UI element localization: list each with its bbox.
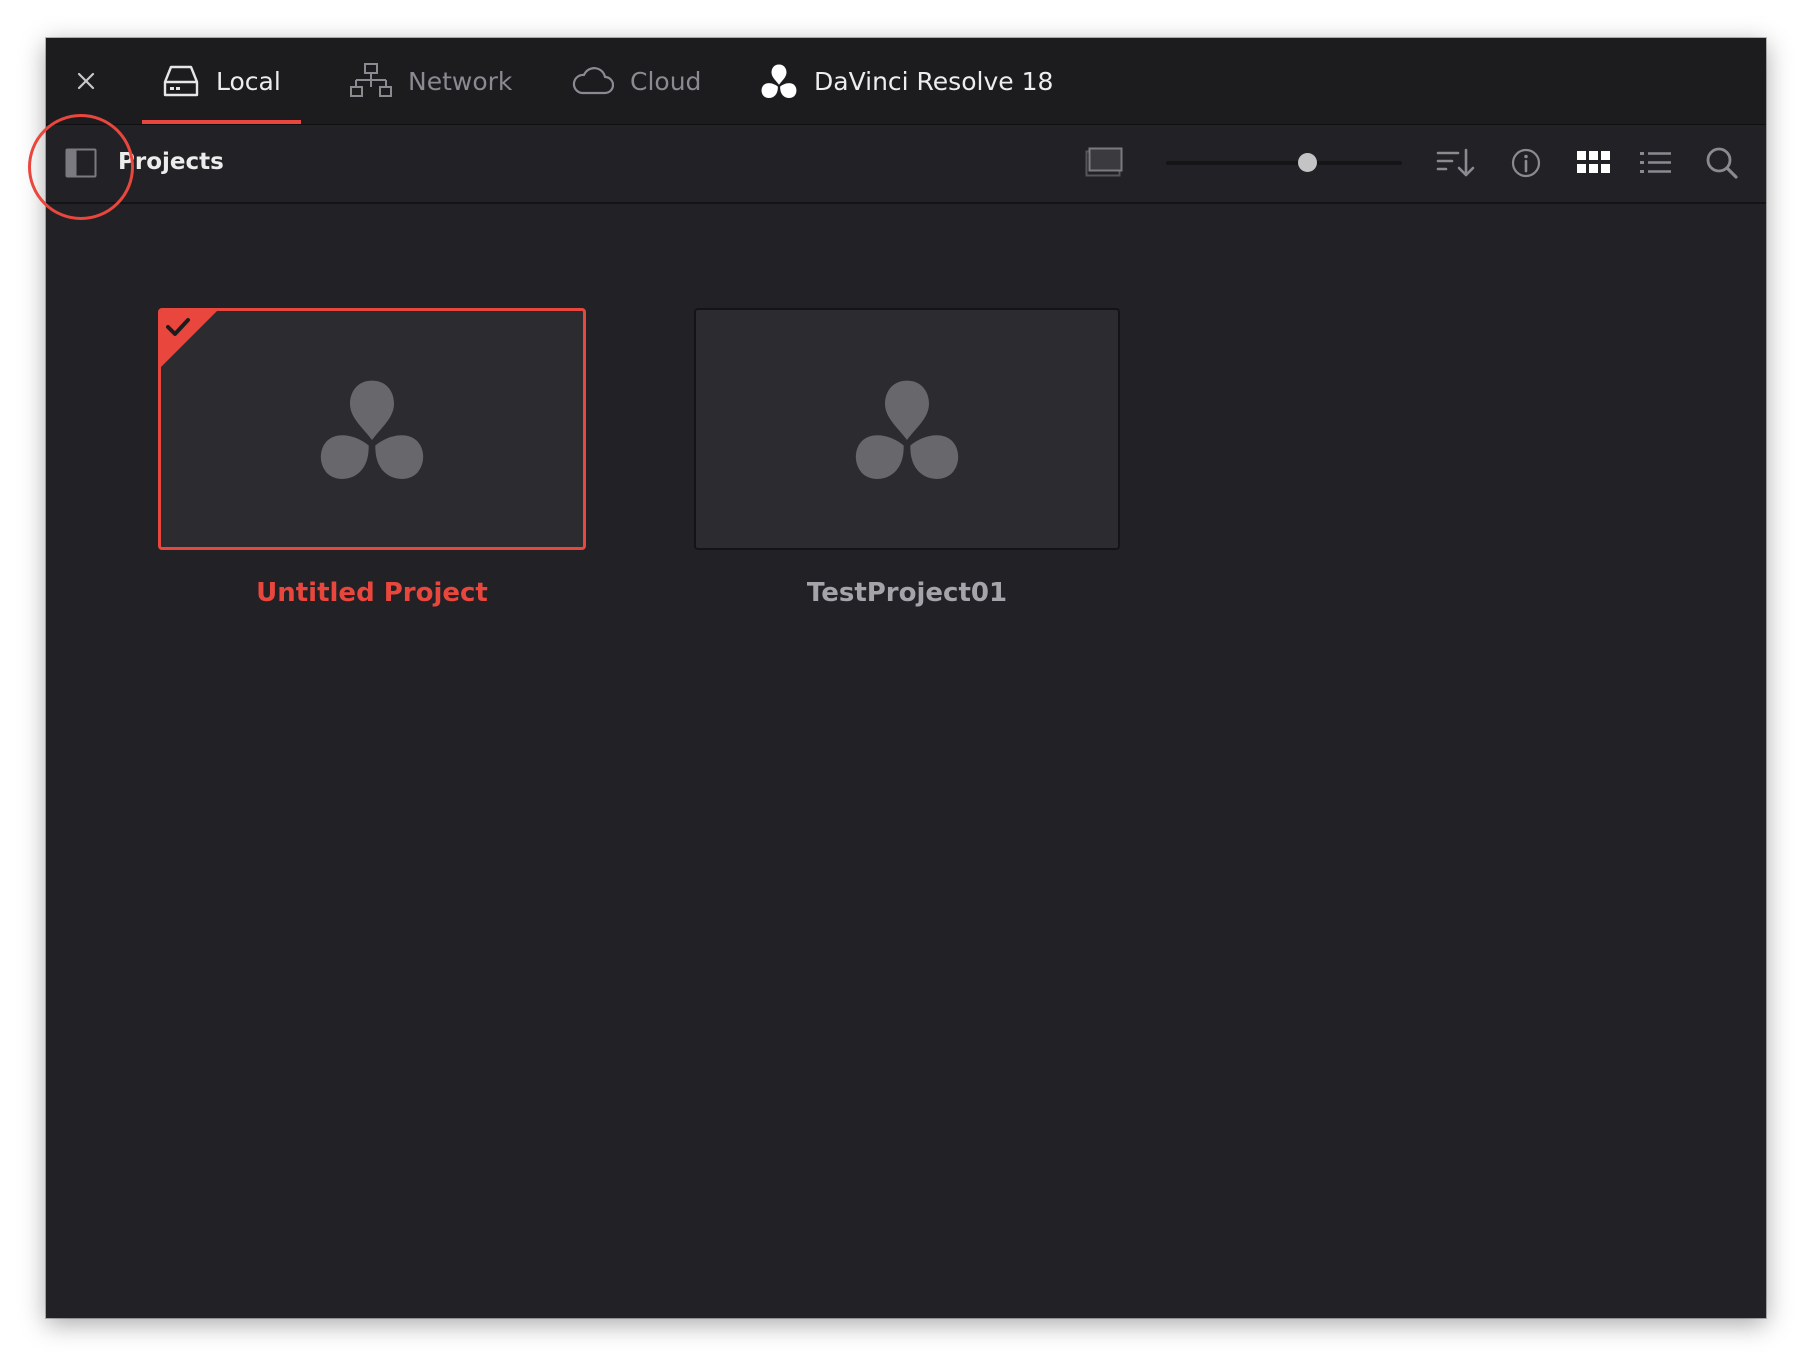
cloud-icon xyxy=(572,67,614,95)
thumbnail-preview-icon xyxy=(1085,147,1123,177)
project-grid: Untitled Project TestProject01 xyxy=(46,204,1766,1318)
tab-davinci-resolve[interactable]: DaVinci Resolve 18 xyxy=(760,38,1053,124)
project-manager-window: Local Network Cloud DaVinci Resolve 18 P… xyxy=(46,38,1766,1318)
projects-toolbar: Projects xyxy=(46,125,1766,204)
sort-button[interactable] xyxy=(1436,145,1476,181)
project-title[interactable]: TestProject01 xyxy=(694,578,1120,608)
davinci-resolve-logo-icon xyxy=(761,64,797,99)
hard-drive-icon xyxy=(163,65,199,97)
thumbnail-preview-button[interactable] xyxy=(1084,145,1124,179)
grid-view-icon xyxy=(1577,151,1610,173)
tab-local-label: Local xyxy=(216,66,281,96)
active-tab-indicator xyxy=(142,120,301,124)
tab-davinci-resolve-label: DaVinci Resolve 18 xyxy=(814,66,1054,96)
project-card-untitled-project[interactable]: Untitled Project xyxy=(158,308,586,608)
grid-view-button[interactable] xyxy=(1576,145,1612,181)
location-tab-bar: Local Network Cloud DaVinci Resolve 18 xyxy=(46,38,1766,125)
sidebar-toggle-icon xyxy=(65,148,97,178)
davinci-resolve-logo-icon xyxy=(320,380,424,479)
selected-checkmark-icon xyxy=(161,311,217,367)
davinci-resolve-logo-icon xyxy=(855,380,959,479)
tab-cloud[interactable]: Cloud xyxy=(572,38,701,124)
close-button[interactable] xyxy=(66,61,106,101)
project-title[interactable]: Untitled Project xyxy=(158,578,586,608)
sidebar-toggle-button[interactable] xyxy=(64,146,98,180)
search-button[interactable] xyxy=(1702,143,1742,183)
sort-icon xyxy=(1436,148,1475,177)
tab-network-label: Network xyxy=(408,66,513,96)
close-icon xyxy=(77,72,95,90)
tab-cloud-label: Cloud xyxy=(630,66,702,96)
info-button[interactable] xyxy=(1508,145,1544,181)
thumbnail-size-slider[interactable] xyxy=(1166,153,1402,172)
list-view-button[interactable] xyxy=(1638,145,1674,181)
search-icon xyxy=(1706,147,1738,179)
network-icon xyxy=(350,63,392,97)
projects-breadcrumb: Projects xyxy=(118,149,224,175)
project-card-testproject01[interactable]: TestProject01 xyxy=(694,308,1120,608)
list-view-icon xyxy=(1640,152,1671,173)
thumbnail-size-slider-thumb[interactable] xyxy=(1298,153,1318,172)
project-thumbnail[interactable] xyxy=(694,308,1120,550)
info-icon xyxy=(1511,148,1541,178)
tab-local[interactable]: Local xyxy=(142,38,301,124)
tab-network[interactable]: Network xyxy=(350,38,512,124)
project-thumbnail[interactable] xyxy=(158,308,586,550)
